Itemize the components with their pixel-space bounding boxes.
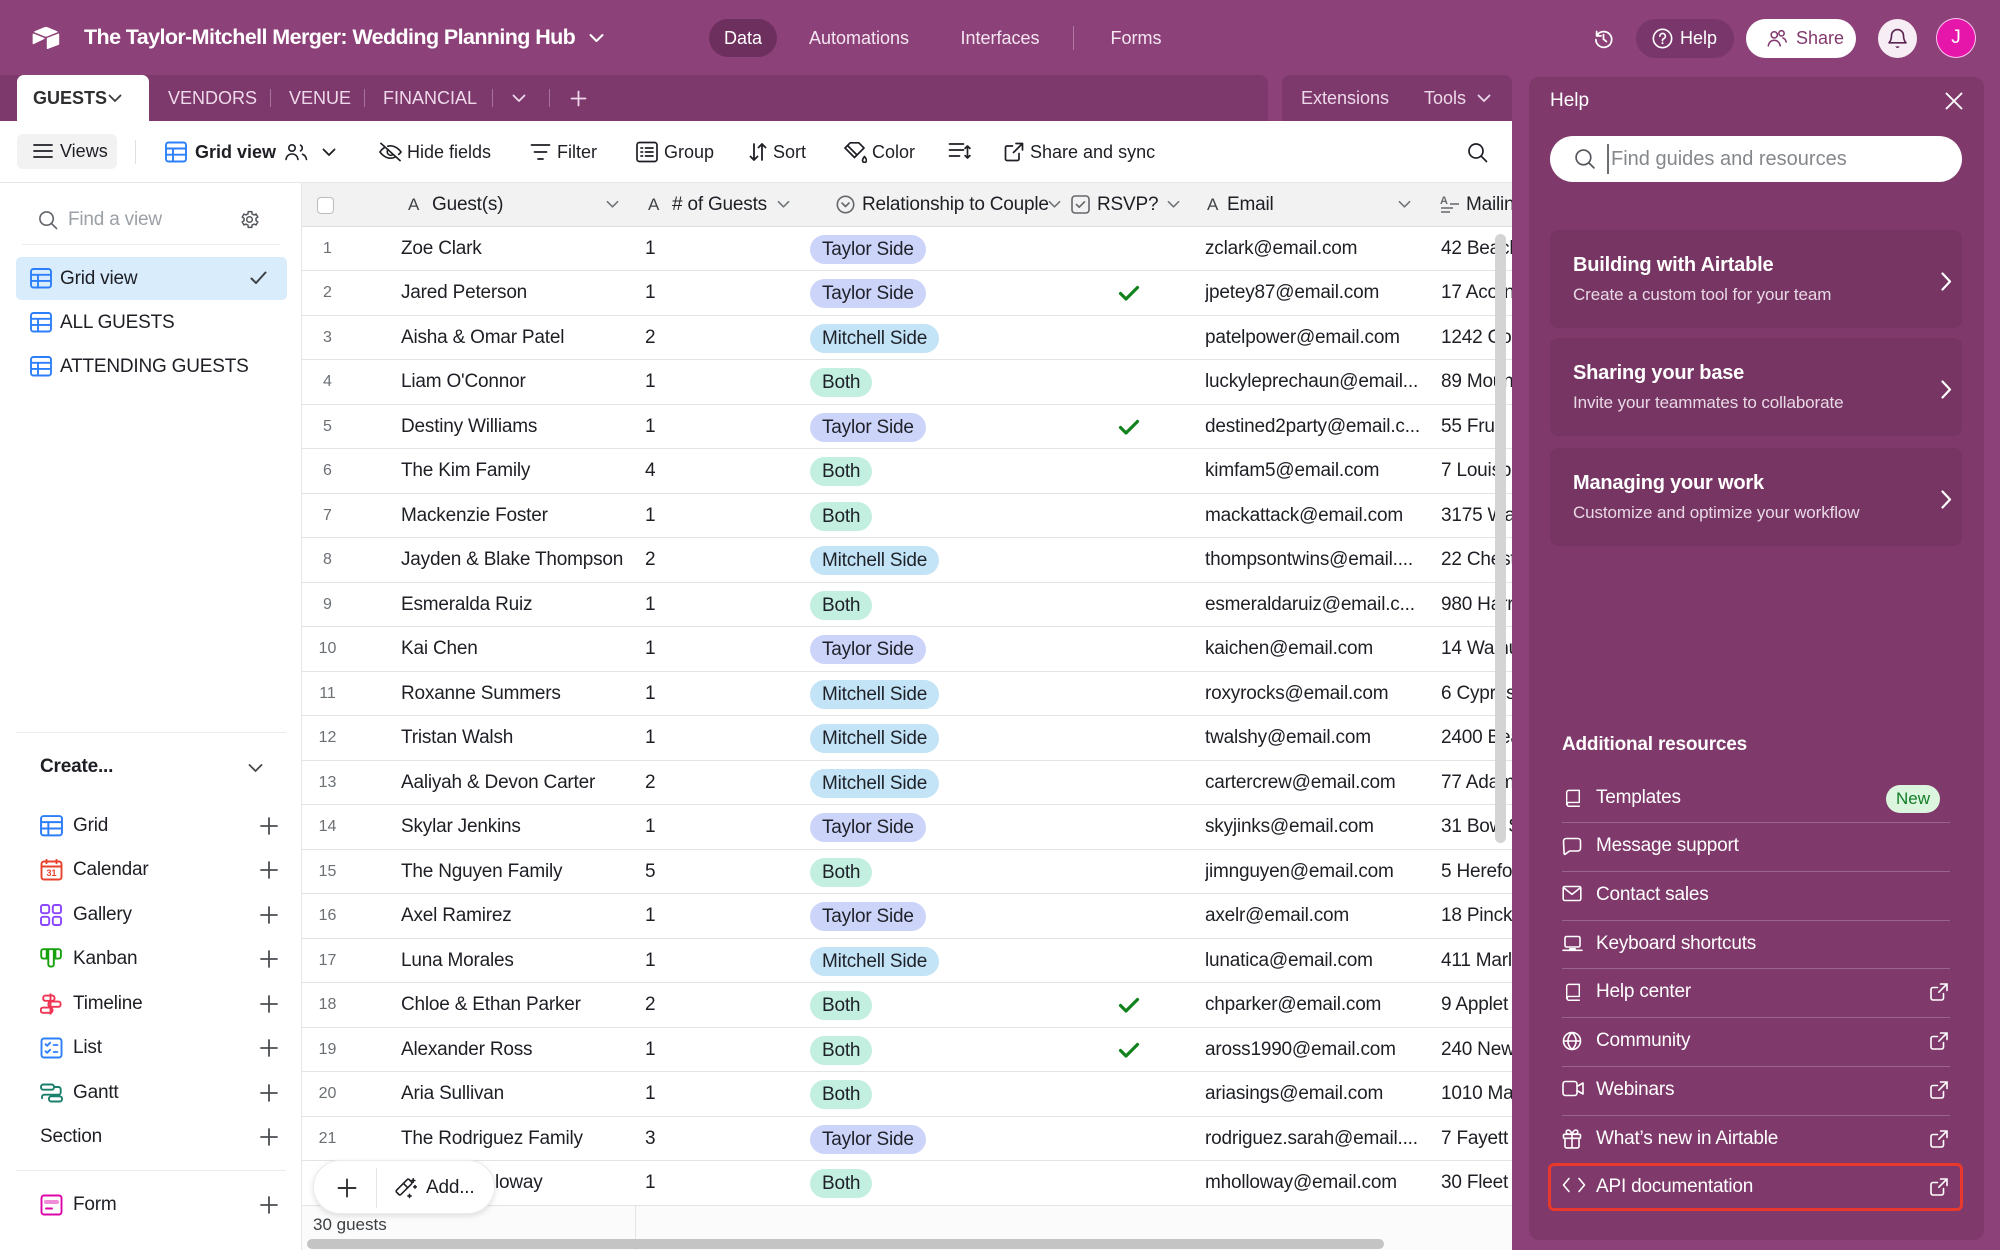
svg-text:31: 31 bbox=[46, 868, 56, 878]
svg-text:A: A bbox=[1440, 195, 1448, 207]
